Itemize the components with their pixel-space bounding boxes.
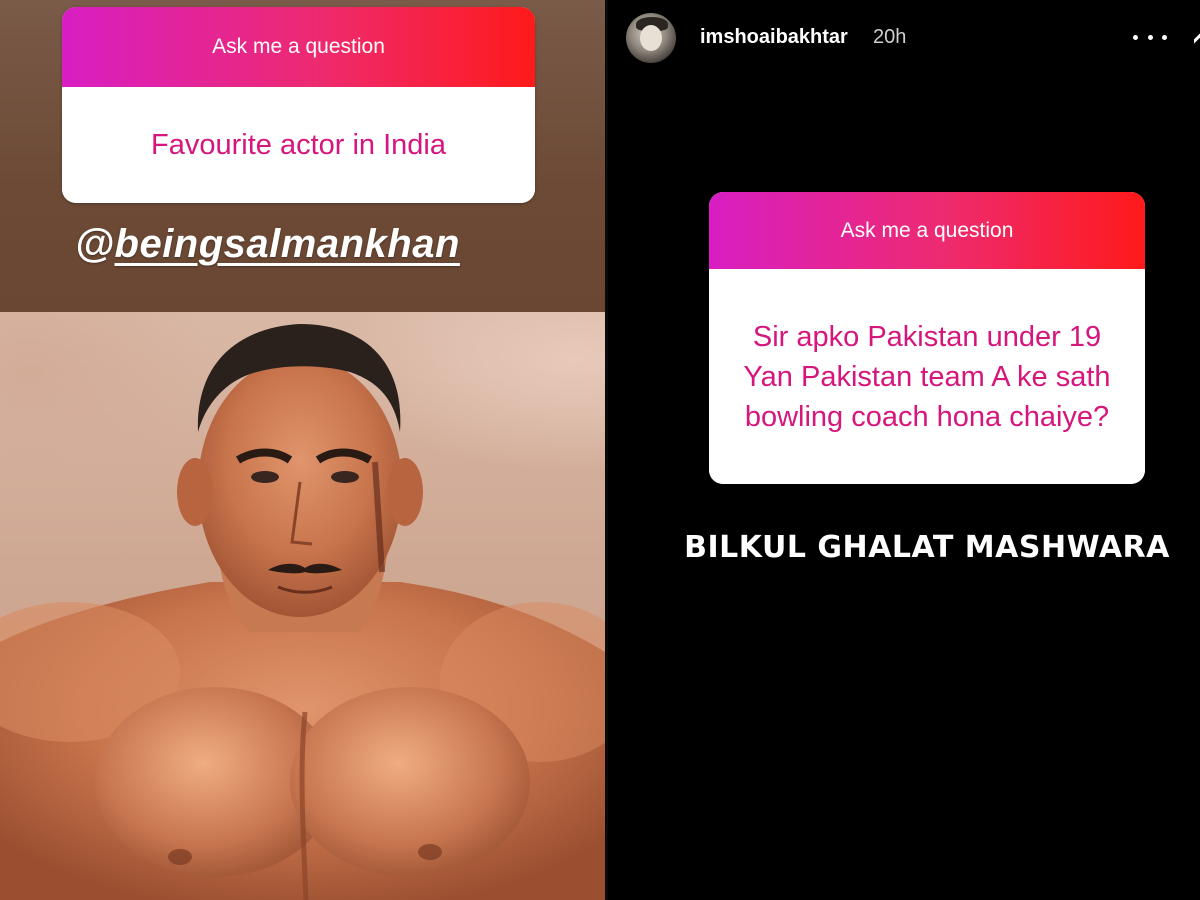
story-header: imshoaibakhtar 20h — [608, 0, 1200, 80]
more-dot — [1133, 34, 1138, 40]
more-horizontal-icon[interactable] — [1133, 24, 1167, 50]
more-dot — [1162, 34, 1167, 40]
question-text: Favourite actor in India — [62, 87, 535, 203]
close-icon[interactable] — [1194, 24, 1200, 54]
more-dot — [1147, 34, 1153, 40]
avatar[interactable] — [626, 13, 676, 63]
actor-photo-illustration — [0, 324, 605, 900]
story-comparison-canvas: Ask me a question Favourite actor in Ind… — [0, 0, 1200, 900]
answer-text: BILKUL GHALAT MASHWARA — [684, 530, 1170, 565]
left-story: Ask me a question Favourite actor in Ind… — [0, 0, 605, 900]
timestamp: 20h — [873, 26, 907, 48]
username[interactable]: imshoaibakhtar — [700, 26, 848, 49]
question-text: Sir apko Pakistan under 19 Yan Pakistan … — [709, 269, 1145, 484]
mention-handle: beingsalmankhan — [114, 222, 460, 266]
avatar-face — [640, 25, 662, 51]
right-story: imshoaibakhtar 20h Ask me a question Sir… — [608, 0, 1200, 900]
mention-at-symbol: @ — [75, 222, 115, 266]
mention-tag[interactable]: @beingsalmankhan — [75, 222, 460, 267]
question-sticker-header: Ask me a question — [62, 7, 535, 87]
question-sticker-right: Ask me a question Sir apko Pakistan unde… — [709, 192, 1145, 484]
question-sticker-header: Ask me a question — [709, 192, 1145, 269]
actor-photo — [0, 312, 605, 900]
question-sticker-left: Ask me a question Favourite actor in Ind… — [62, 7, 535, 203]
